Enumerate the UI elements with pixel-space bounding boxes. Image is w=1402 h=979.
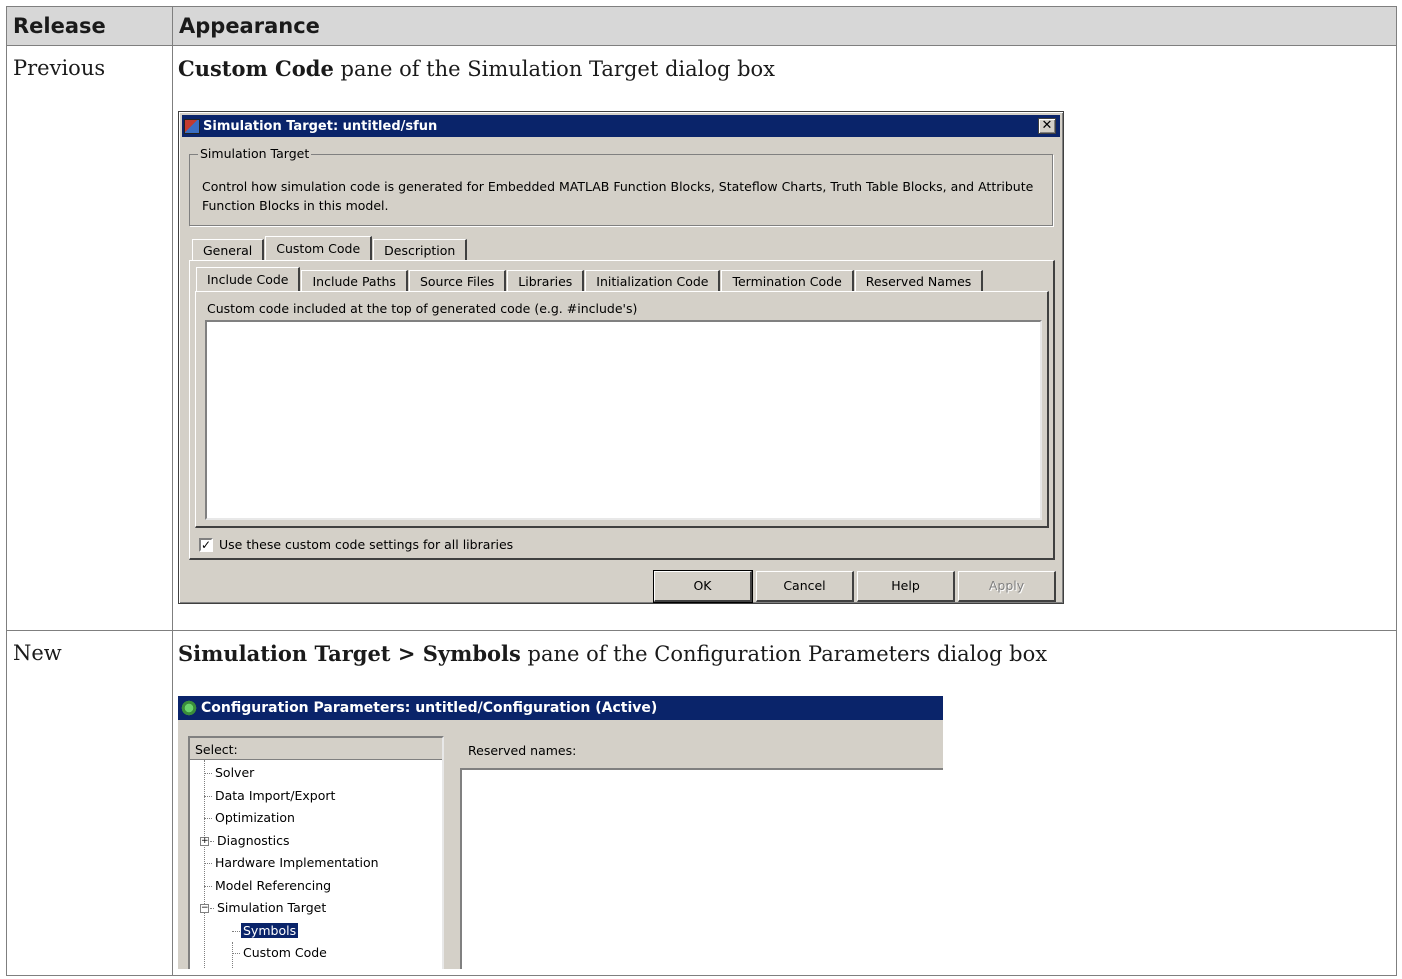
tab-general[interactable]: General — [192, 239, 265, 261]
dialog-titlebar[interactable]: Configuration Parameters: untitled/Confi… — [178, 696, 943, 720]
tree-item[interactable]: Custom Code — [190, 942, 442, 965]
tree-connector — [204, 863, 212, 864]
release-cell: New — [6, 630, 173, 976]
table-row: New Simulation Target > Symbols pane of … — [6, 630, 1397, 976]
tree-item-label: Symbols — [241, 922, 299, 938]
table-row: Previous Custom Code pane of the Simulat… — [6, 45, 1397, 631]
caption-text: pane of the Simulation Target dialog box — [340, 57, 776, 81]
use-for-libraries-row: ✓ Use these custom code settings for all… — [199, 537, 513, 552]
appearance-cell: Custom Code pane of the Simulation Targe… — [172, 45, 1397, 631]
select-label: Select: — [190, 738, 442, 760]
subtab-reserved-names[interactable]: Reserved Names — [854, 270, 984, 292]
config-gear-icon — [180, 700, 198, 716]
table-header-row: Release Appearance — [6, 6, 1397, 46]
tree-item-label: Model Referencing — [215, 877, 332, 893]
tree-item[interactable]: Solver — [190, 762, 442, 785]
tree-item-label: Solver — [215, 765, 255, 780]
group-description: Control how simulation code is generated… — [202, 179, 1034, 213]
tree-item[interactable]: Model Referencing — [190, 875, 442, 898]
subtab-initialization-code[interactable]: Initialization Code — [585, 270, 721, 292]
collapse-icon[interactable]: − — [200, 904, 209, 913]
tree-item-label: Hardware Implementation — [215, 855, 379, 870]
tab-custom-code[interactable]: Custom Code — [265, 236, 373, 261]
main-tabs: General Custom Code Description — [192, 236, 468, 261]
include-code-textarea[interactable] — [205, 320, 1042, 520]
subtab-libraries[interactable]: Libraries — [507, 270, 585, 292]
tree-connector — [204, 773, 212, 774]
use-for-libraries-label[interactable]: Use these custom code settings for all l… — [219, 537, 513, 552]
simulation-target-group: Simulation Target Control how simulation… — [189, 146, 1053, 226]
tree-item-label: Diagnostics — [217, 832, 290, 848]
tree-connector — [232, 930, 240, 932]
release-comparison-table: Release Appearance Previous Custom Code … — [6, 6, 1397, 976]
tree-item[interactable]: Hardware Implementation — [190, 852, 442, 875]
help-button[interactable]: Help — [857, 571, 955, 602]
configuration-parameters-dialog: Configuration Parameters: untitled/Confi… — [178, 696, 943, 969]
row-caption: Custom Code pane of the Simulation Targe… — [178, 56, 1396, 81]
tree-connector — [204, 795, 212, 797]
tree-item-label: Custom Code — [243, 945, 327, 960]
tree-item[interactable]: Optimization — [190, 807, 442, 830]
tree-connector — [204, 818, 212, 819]
include-code-label: Custom code included at the top of gener… — [207, 301, 638, 316]
tree-item-label: Simulation Target — [217, 900, 327, 915]
release-cell: Previous — [6, 45, 173, 631]
tab-description[interactable]: Description — [373, 239, 468, 261]
row-caption: Simulation Target > Symbols pane of the … — [178, 641, 1396, 666]
apply-button[interactable]: Apply — [958, 571, 1056, 602]
caption-bold: Simulation Target > Symbols — [178, 641, 521, 666]
tree-item[interactable]: Data Import/Export — [190, 785, 442, 808]
close-icon[interactable]: ✕ — [1038, 118, 1056, 134]
header-release: Release — [6, 6, 173, 46]
tree-connector — [232, 953, 240, 954]
tree-connector — [210, 840, 214, 842]
expand-icon[interactable]: + — [200, 836, 209, 846]
reserved-names-input[interactable] — [460, 768, 943, 969]
stateflow-app-icon — [184, 118, 200, 134]
subtab-source-files[interactable]: Source Files — [408, 270, 507, 292]
subtab-include-paths[interactable]: Include Paths — [301, 270, 408, 292]
caption-text: pane of the Configuration Parameters dia… — [527, 642, 1048, 666]
tree-connector — [210, 908, 214, 909]
group-title: Simulation Target — [198, 146, 312, 161]
tree-item[interactable]: − Simulation Target — [190, 897, 442, 920]
tree-item[interactable]: + Diagnostics — [190, 830, 442, 853]
ok-button[interactable]: OK — [653, 570, 753, 603]
tree-item[interactable]: Symbols — [190, 920, 442, 943]
use-for-libraries-checkbox[interactable]: ✓ — [199, 537, 213, 552]
header-appearance: Appearance — [172, 6, 1397, 46]
reserved-names-label: Reserved names: — [468, 743, 577, 758]
subtab-include-code[interactable]: Include Code — [196, 267, 301, 292]
tree-connector — [204, 885, 212, 887]
cancel-button[interactable]: Cancel — [756, 571, 854, 602]
dialog-titlebar[interactable]: Simulation Target: untitled/sfun ✕ — [182, 115, 1060, 137]
tree-item-label: Optimization — [215, 810, 295, 825]
dialog-title: Simulation Target: untitled/sfun — [203, 118, 438, 134]
tree-item-label: Data Import/Export — [215, 787, 336, 803]
caption-bold: Custom Code — [178, 56, 334, 81]
simulation-target-dialog: Simulation Target: untitled/sfun ✕ Simul… — [178, 111, 1064, 604]
select-tree-panel: Select: Solver Data Import/Export Optimiza… — [188, 736, 444, 969]
config-tree: Solver Data Import/Export Optimization + Dia… — [190, 760, 442, 969]
sub-tabs: Include Code Include Paths Source Files … — [196, 267, 984, 292]
subtab-termination-code[interactable]: Termination Code — [721, 270, 854, 292]
dialog-title: Configuration Parameters: untitled/Confi… — [201, 700, 658, 716]
appearance-cell: Simulation Target > Symbols pane of the … — [172, 630, 1397, 976]
